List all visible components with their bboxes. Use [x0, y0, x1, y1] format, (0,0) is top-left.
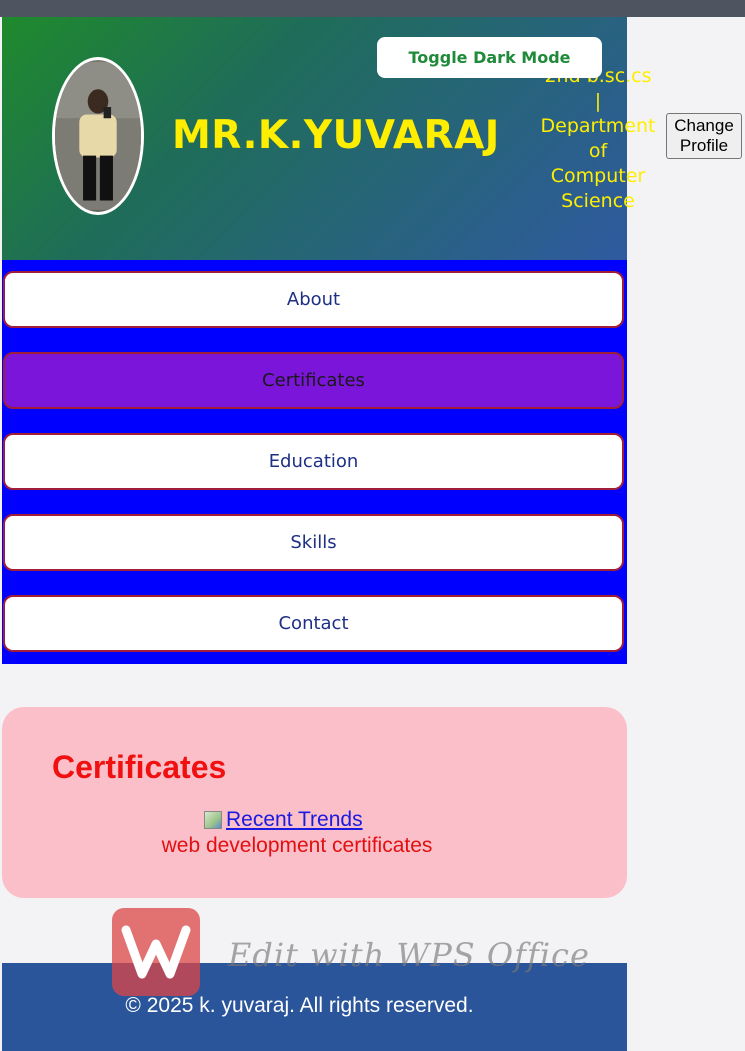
subtitle-line: Department — [540, 115, 656, 137]
profile-header: MR.K.YUVARAJ 2nd b.sc.cs | Department of… — [2, 17, 655, 260]
nav-certificates-button[interactable]: Certificates — [3, 352, 624, 409]
wps-logo-icon — [112, 908, 200, 996]
subtitle-line: Science — [561, 190, 635, 212]
department-subtitle: 2nd b.sc.cs | Department of Computer Sci… — [533, 64, 663, 214]
nav-skills-button[interactable]: Skills — [3, 514, 624, 571]
wps-watermark-text: Edit with WPS Office — [228, 936, 590, 974]
certificates-section: Certificates Recent Trends web developme… — [2, 707, 627, 898]
footer: © 2025 k. yuvaraj. All rights reserved. — [2, 963, 627, 1051]
subtitle-line: Computer — [550, 165, 646, 187]
certificate-description: web development certificates — [161, 834, 433, 857]
main-nav: About Certificates Education Skills Cont… — [2, 260, 627, 664]
toggle-dark-mode-button[interactable]: Toggle Dark Mode — [377, 37, 602, 78]
subtitle-line: of — [588, 140, 608, 162]
avatar — [52, 57, 144, 215]
nav-about-button[interactable]: About — [3, 271, 624, 328]
browser-top-bar — [0, 0, 745, 17]
certificate-image[interactable]: Recent Trends — [204, 808, 363, 832]
broken-image-icon — [204, 811, 222, 829]
nav-education-button[interactable]: Education — [3, 433, 624, 490]
copyright-text: © 2025 k. yuvaraj. All rights reserved. — [125, 994, 474, 1017]
page-title: MR.K.YUVARAJ — [172, 113, 500, 158]
change-profile-label-line2: Profile — [679, 136, 729, 155]
nav-contact-button[interactable]: Contact — [3, 595, 624, 652]
section-heading: Certificates — [52, 749, 227, 785]
certificate-image-alt-link[interactable]: Recent Trends — [226, 808, 363, 832]
change-profile-label-line1: Change — [674, 116, 734, 135]
profile-photo-icon — [55, 62, 141, 210]
page: MR.K.YUVARAJ 2nd b.sc.cs | Department of… — [2, 17, 655, 1051]
change-profile-button[interactable]: Change Profile — [666, 113, 742, 159]
subtitle-line: | — [594, 90, 602, 112]
